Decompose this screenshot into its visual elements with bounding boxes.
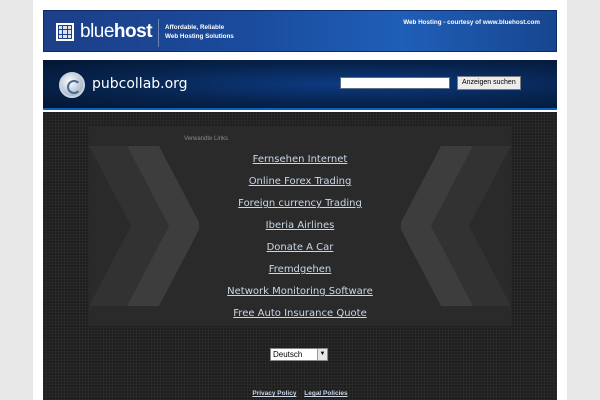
legal-policies-link[interactable]: Legal Policies (304, 390, 347, 397)
site-header: pubcollab.org Anzeigen suchen (43, 60, 557, 110)
list-item: Online Forex Trading (89, 169, 511, 191)
chevron-down-icon: ▼ (317, 349, 327, 360)
privacy-policy-link[interactable]: Privacy Policy (252, 390, 296, 397)
related-link-donate-a-car[interactable]: Donate A Car (267, 242, 334, 253)
related-link-fernsehen-internet[interactable]: Fernsehen Internet (253, 154, 348, 165)
language-select[interactable]: Deutsch ▼ (270, 348, 328, 361)
bluehost-wordmark: bluehost (80, 21, 153, 43)
site-logo-icon (59, 72, 85, 98)
bluehost-tagline: Affordable, Reliable Web Hosting Solutio… (165, 23, 234, 41)
list-item: Iberia Airlines (89, 213, 511, 235)
search-button[interactable]: Anzeigen suchen (457, 76, 521, 90)
brand-part2: host (113, 21, 153, 42)
banner-divider (158, 19, 159, 47)
bluehost-courtesy-text: Web Hosting - courtesy of www.bluehost.c… (403, 19, 540, 26)
language-selected-value: Deutsch (273, 350, 303, 359)
tagline-line2: Web Hosting Solutions (165, 33, 234, 40)
tagline-line1: Affordable, Reliable (165, 24, 225, 31)
bluehost-grid-icon (56, 23, 74, 41)
list-item: Foreign currency Trading (89, 191, 511, 213)
bluehost-logo[interactable]: bluehost (56, 21, 153, 43)
list-item: Donate A Car (89, 235, 511, 257)
list-item: Free Auto Insurance Quote (89, 301, 511, 323)
list-item: Fremdgehen (89, 257, 511, 279)
related-link-online-forex-trading[interactable]: Online Forex Trading (249, 176, 352, 187)
related-links-label: Verwandte Links (184, 136, 229, 142)
list-item: Network Monitoring Software (89, 279, 511, 301)
brand-part1: blue (80, 21, 114, 42)
list-item: Fernsehen Internet (89, 147, 511, 169)
related-link-fremdgehen[interactable]: Fremdgehen (269, 264, 332, 275)
search-input[interactable] (340, 77, 450, 89)
related-link-network-monitoring-software[interactable]: Network Monitoring Software (227, 286, 373, 297)
footer-links: Privacy Policy Legal Policies (43, 390, 557, 397)
bluehost-banner[interactable]: bluehost Affordable, Reliable Web Hostin… (43, 10, 557, 52)
related-links-list: Fernsehen Internet Online Forex Trading … (89, 147, 511, 323)
related-link-foreign-currency-trading[interactable]: Foreign currency Trading (238, 198, 362, 209)
related-link-free-auto-insurance-quote[interactable]: Free Auto Insurance Quote (233, 308, 366, 319)
main-content: Verwandte Links Fernsehen Internet Onlin… (43, 112, 557, 400)
related-links-panel: Verwandte Links Fernsehen Internet Onlin… (89, 126, 511, 326)
page-container: bluehost Affordable, Reliable Web Hostin… (33, 0, 567, 400)
related-link-iberia-airlines[interactable]: Iberia Airlines (266, 220, 335, 231)
site-title: pubcollab.org (92, 76, 188, 92)
